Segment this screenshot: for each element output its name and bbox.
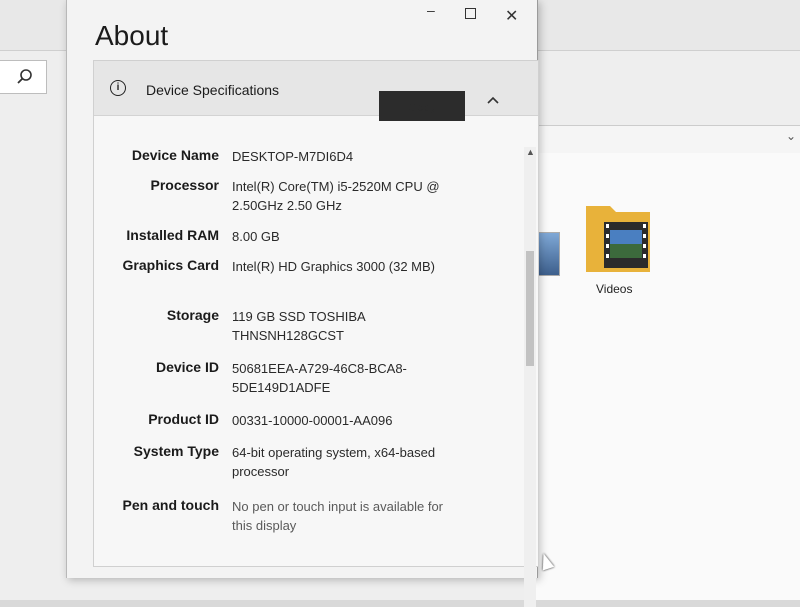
spec-label: Device Name <box>131 147 219 163</box>
spec-label: Device ID <box>155 359 219 375</box>
device-specifications-header[interactable]: i Device Specifications Copy <box>94 61 538 121</box>
close-icon[interactable]: ✕ <box>505 6 518 26</box>
spec-label: Product ID <box>148 411 219 427</box>
about-window: About – ✕ i Device Specifications Copy ▲… <box>66 0 539 607</box>
page-title: About <box>95 20 169 51</box>
search-icon[interactable] <box>16 68 34 86</box>
scrollbar[interactable]: ▲ <box>524 147 536 607</box>
spec-value: 00331-10000-00001-AA096 <box>232 413 393 428</box>
minimize-icon[interactable]: – <box>427 2 435 18</box>
spec-value: 119 GB SSD TOSHIBA THNSNH128GCST <box>232 309 365 343</box>
spec-label: Processor <box>150 177 219 193</box>
spec-value: 50681EEA-A729-46C8-BCA8-5DE149D1ADFE <box>232 361 407 395</box>
explorer-content <box>530 153 800 600</box>
explorer-address-band: ⌄ <box>530 125 800 155</box>
spec-label: Installed RAM <box>126 227 219 243</box>
section-title: Device Specifications <box>146 82 280 98</box>
scroll-up-icon[interactable]: ▲ <box>526 147 535 157</box>
info-icon: i <box>110 80 126 96</box>
video-folder-icon[interactable] <box>580 198 660 278</box>
videos-folder-label: Videos <box>596 282 633 296</box>
spec-label: Pen and touch <box>122 497 219 513</box>
spec-label: Storage <box>166 307 219 323</box>
spec-value: 64-bit operating system, x64-based proce… <box>232 445 436 479</box>
chevron-down-icon[interactable]: ⌄ <box>786 129 796 143</box>
scroll-thumb[interactable] <box>526 251 534 366</box>
chevron-up-icon[interactable] <box>486 93 500 107</box>
spec-value: 8.00 GB <box>232 229 280 244</box>
spec-value: Intel(R) Core(TM) i5-2520M CPU @ 2.50GHz… <box>232 179 440 213</box>
spec-value: DESKTOP-M7DI6D4 <box>232 149 354 164</box>
device-specifications-card: i Device Specifications Copy ▲ Device Na… <box>93 60 539 607</box>
spec-value: Intel(R) HD Graphics 3000 (32 MB) <box>232 259 436 274</box>
maximize-icon[interactable] <box>465 8 476 19</box>
search-box[interactable] <box>0 60 47 94</box>
spec-label: System Type <box>133 443 219 459</box>
spec-value: No pen or touch input is available for t… <box>232 499 444 533</box>
spec-label: Graphics Card <box>122 257 219 273</box>
copy-button[interactable]: Copy <box>379 91 465 121</box>
